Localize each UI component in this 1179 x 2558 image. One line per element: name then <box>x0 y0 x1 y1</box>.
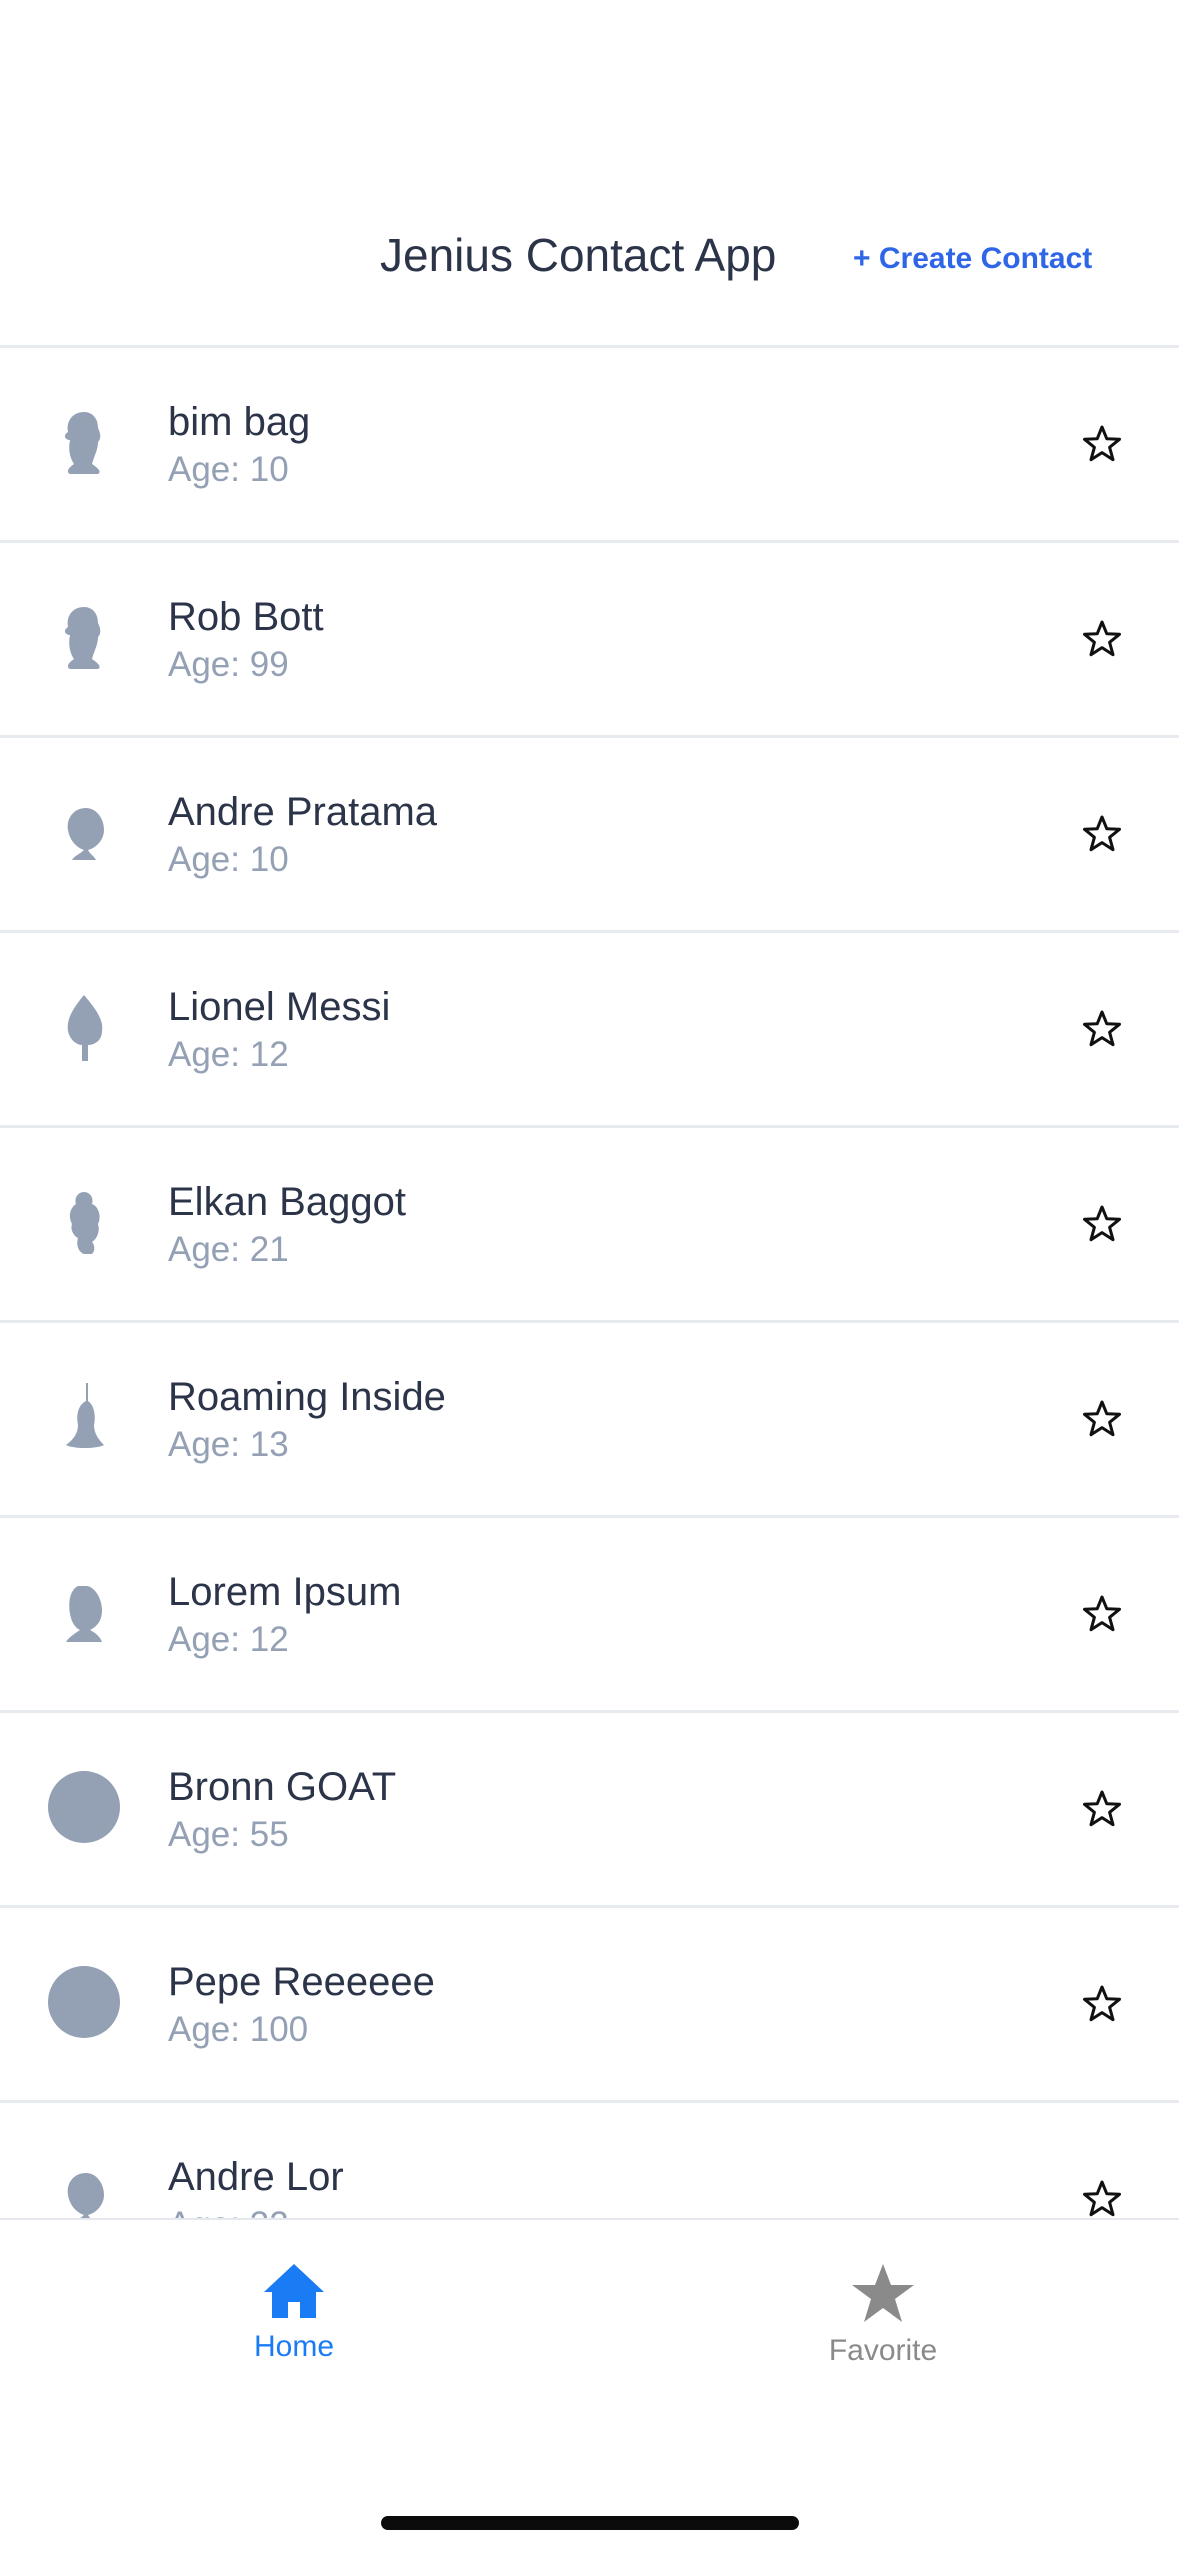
contact-name: Elkan Baggot <box>168 1180 406 1224</box>
favorite-star-icon[interactable] <box>1082 1009 1122 1049</box>
avatar <box>67 2173 104 2218</box>
contact-row[interactable]: Lorem Ipsum Age: 12 <box>0 1518 1179 1713</box>
tab-bar: Home Favorite <box>0 2218 1179 2558</box>
avatar <box>69 1192 100 1254</box>
contact-row[interactable]: Andre Pratama Age: 10 <box>0 738 1179 933</box>
contact-row[interactable]: Elkan Baggot Age: 21 <box>0 1128 1179 1323</box>
favorite-star-icon[interactable] <box>1082 1399 1122 1439</box>
contact-name: Andre Lor <box>168 2155 344 2199</box>
favorite-star-icon[interactable] <box>1082 424 1122 464</box>
favorite-star-icon[interactable] <box>1082 814 1122 854</box>
contact-age: Age: 12 <box>168 1620 289 1659</box>
contact-age: Age: 12 <box>168 1035 289 1074</box>
tab-home[interactable]: Home <box>144 2240 444 2390</box>
contact-name: Rob Bott <box>168 595 324 639</box>
contact-row[interactable]: Andre Lor Age: 32 <box>0 2103 1179 2218</box>
contact-age: Age: 32 <box>168 2205 289 2218</box>
page-title: Jenius Contact App <box>380 229 777 281</box>
contact-age: Age: 99 <box>168 645 289 684</box>
contact-row[interactable]: bim bag Age: 10 <box>0 348 1179 543</box>
avatar <box>66 1383 104 1448</box>
avatar <box>48 1966 120 2038</box>
contact-age: Age: 10 <box>168 840 289 879</box>
contact-name: Lionel Messi <box>168 985 391 1029</box>
contact-age: Age: 13 <box>168 1425 289 1464</box>
home-icon <box>264 2264 324 2318</box>
contact-row[interactable]: Rob Bott Age: 99 <box>0 543 1179 738</box>
contact-row[interactable]: Lionel Messi Age: 12 <box>0 933 1179 1128</box>
favorite-star-icon[interactable] <box>1082 619 1122 659</box>
contact-age: Age: 21 <box>168 1230 289 1269</box>
contact-name: Roaming Inside <box>168 1375 446 1419</box>
tab-home-label: Home <box>253 2330 335 2363</box>
home-indicator <box>381 2516 799 2530</box>
contact-row[interactable]: Pepe Reeeeee Age: 100 <box>0 1908 1179 2103</box>
contact-name: Lorem Ipsum <box>168 1570 402 1614</box>
star-icon <box>852 2264 914 2322</box>
favorite-star-icon[interactable] <box>1082 2179 1122 2218</box>
app-header: Jenius Contact App + Create Contact <box>0 0 1179 348</box>
create-contact-button[interactable]: + Create Contact <box>853 242 1092 276</box>
avatar <box>48 1771 120 1843</box>
favorite-star-icon[interactable] <box>1082 1204 1122 1244</box>
avatar <box>66 1586 102 1642</box>
contact-name: bim bag <box>168 400 311 444</box>
contact-name: Pepe Reeeeee <box>168 1960 435 2004</box>
contact-name: Bronn GOAT <box>168 1765 397 1809</box>
favorite-star-icon[interactable] <box>1082 1789 1122 1829</box>
avatar <box>64 412 101 474</box>
contact-row[interactable]: Bronn GOAT Age: 55 <box>0 1713 1179 1908</box>
favorite-star-icon[interactable] <box>1082 1984 1122 2024</box>
avatar <box>64 607 101 669</box>
tab-favorite[interactable]: Favorite <box>733 2240 1033 2390</box>
avatar <box>67 995 103 1061</box>
contact-age: Age: 100 <box>168 2010 309 2049</box>
avatar <box>67 808 104 860</box>
contact-age: Age: 10 <box>168 450 289 489</box>
contact-list[interactable]: bim bag Age: 10 Rob Bott Age: 99 Andre Prata… <box>0 348 1179 2218</box>
contact-age: Age: 55 <box>168 1815 289 1854</box>
favorite-star-icon[interactable] <box>1082 1594 1122 1634</box>
contact-name: Andre Pratama <box>168 790 438 834</box>
tab-favorite-label: Favorite <box>828 2334 938 2367</box>
contact-row[interactable]: Roaming Inside Age: 13 <box>0 1323 1179 1518</box>
